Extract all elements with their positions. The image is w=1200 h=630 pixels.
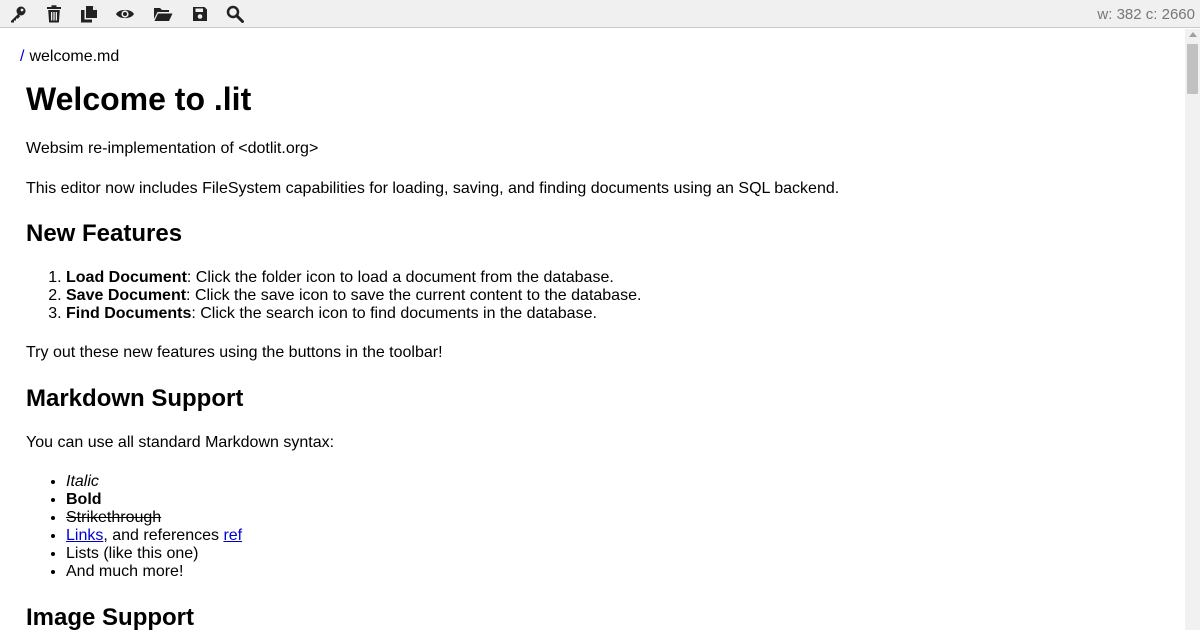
breadcrumb: / welcome.md [20,48,119,66]
list-item: Load Document: Click the folder icon to … [66,269,641,287]
features-list: Load Document: Click the folder icon to … [26,269,641,323]
copy-icon [81,6,97,23]
copy-button[interactable] [79,4,99,24]
folder-open-icon [154,8,173,21]
breadcrumb-root-link[interactable]: / [20,48,24,65]
bold-example: Bold [66,491,102,508]
preview-button[interactable] [115,4,135,24]
scroll-thumb[interactable] [1187,44,1198,94]
features-heading: New Features [26,220,183,247]
feature-desc: : Click the folder icon to load a docume… [186,269,614,286]
delete-button[interactable] [44,4,64,24]
list-item: Save Document: Click the save icon to sa… [66,287,641,305]
vertical-scrollbar[interactable] [1185,29,1200,630]
list-item: Find Documents: Click the search icon to… [66,305,641,323]
feature-desc: : Click the search icon to find document… [191,305,597,322]
more-example: And much more! [66,563,184,580]
ref-example-link[interactable]: ref [223,527,242,544]
list-item: Italic [66,473,242,491]
breadcrumb-file: welcome.md [29,48,120,65]
image-heading: Image Support [26,604,195,630]
strike-example: Strikethrough [66,509,162,526]
eye-icon [116,9,134,19]
feature-desc: : Click the save icon to save the curren… [186,287,642,304]
save-document-button[interactable] [190,4,210,24]
markdown-list: Italic Bold Strikethrough Links, and ref… [26,473,242,581]
toolbar: w: 382 c: 2660 [0,0,1200,28]
italic-example: Italic [66,473,99,490]
find-documents-button[interactable] [225,4,245,24]
markdown-heading: Markdown Support [26,385,244,412]
key-icon [11,6,26,23]
search-icon [226,5,244,23]
load-document-button[interactable] [153,4,173,24]
list-item: Links, and references ref [66,527,242,545]
trash-icon [47,5,61,23]
scroll-up-arrow-icon[interactable] [1189,32,1197,37]
try-paragraph: Try out these new features using the but… [26,344,443,361]
document-view: / welcome.md Welcome to .lit Websim re-im… [0,29,1185,630]
markdown-intro: You can use all standard Markdown syntax… [26,434,335,451]
key-button[interactable] [8,4,28,24]
feature-name: Load Document [66,269,187,286]
lists-example: Lists (like this one) [66,545,199,562]
list-item: Lists (like this one) [66,545,242,563]
intro-paragraph: Websim re-implementation of <dotlit.org> [26,140,319,157]
links-example-link[interactable]: Links [66,527,103,544]
links-example-text: , and references [103,527,224,544]
feature-name: Find Documents [66,305,192,322]
feature-name: Save Document [66,287,187,304]
list-item: And much more! [66,563,242,581]
list-item: Strikethrough [66,509,242,527]
filesystem-paragraph: This editor now includes FileSystem capa… [26,180,840,197]
save-icon [193,7,207,21]
list-item: Bold [66,491,242,509]
word-char-count: w: 382 c: 2660 [1097,6,1195,23]
page-title: Welcome to .lit [26,81,252,117]
